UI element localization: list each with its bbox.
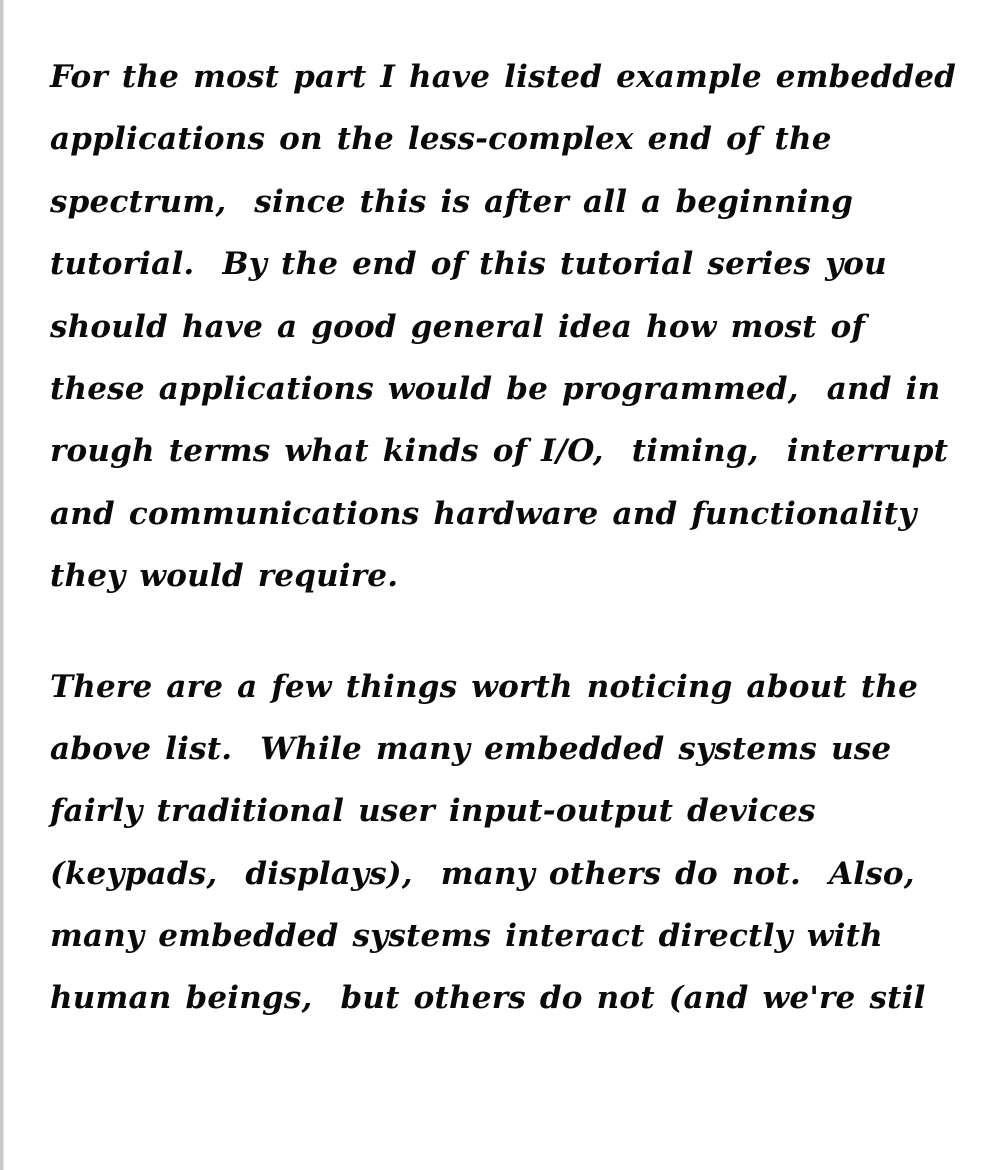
text-line: fairly traditional user input-output dev… <box>50 793 816 830</box>
paragraph-1: For the most part I have listed example … <box>50 46 980 608</box>
text-line: and communications hardware and function… <box>50 495 917 532</box>
text-line: For the most part I have listed example … <box>50 59 957 95</box>
text-line: human beings, but others do not (and we'… <box>50 980 926 1017</box>
text-line: many embedded systems interact directly … <box>50 918 883 955</box>
text-line: they would require. <box>50 558 399 595</box>
text-line: applications on the less-complex end of … <box>50 121 832 158</box>
text-line: rough terms what kinds of I/O, timing, i… <box>50 433 949 470</box>
text-line: these applications would be programmed, … <box>50 370 941 407</box>
text-line: tutorial. By the end of this tutorial se… <box>50 246 887 283</box>
page-left-edge <box>0 0 4 1170</box>
text-line: should have a good general idea how most… <box>50 308 866 345</box>
text-line: spectrum, since this is after all a begi… <box>50 183 854 220</box>
text-line: There are a few things worth noticing ab… <box>50 668 919 705</box>
text-line: above list. While many embedded systems … <box>50 730 892 767</box>
text-line: (keypads, displays), many others do not.… <box>50 855 915 892</box>
paragraph-2: There are a few things worth noticing ab… <box>50 656 980 1030</box>
document-page: For the most part I have listed example … <box>50 46 980 1030</box>
